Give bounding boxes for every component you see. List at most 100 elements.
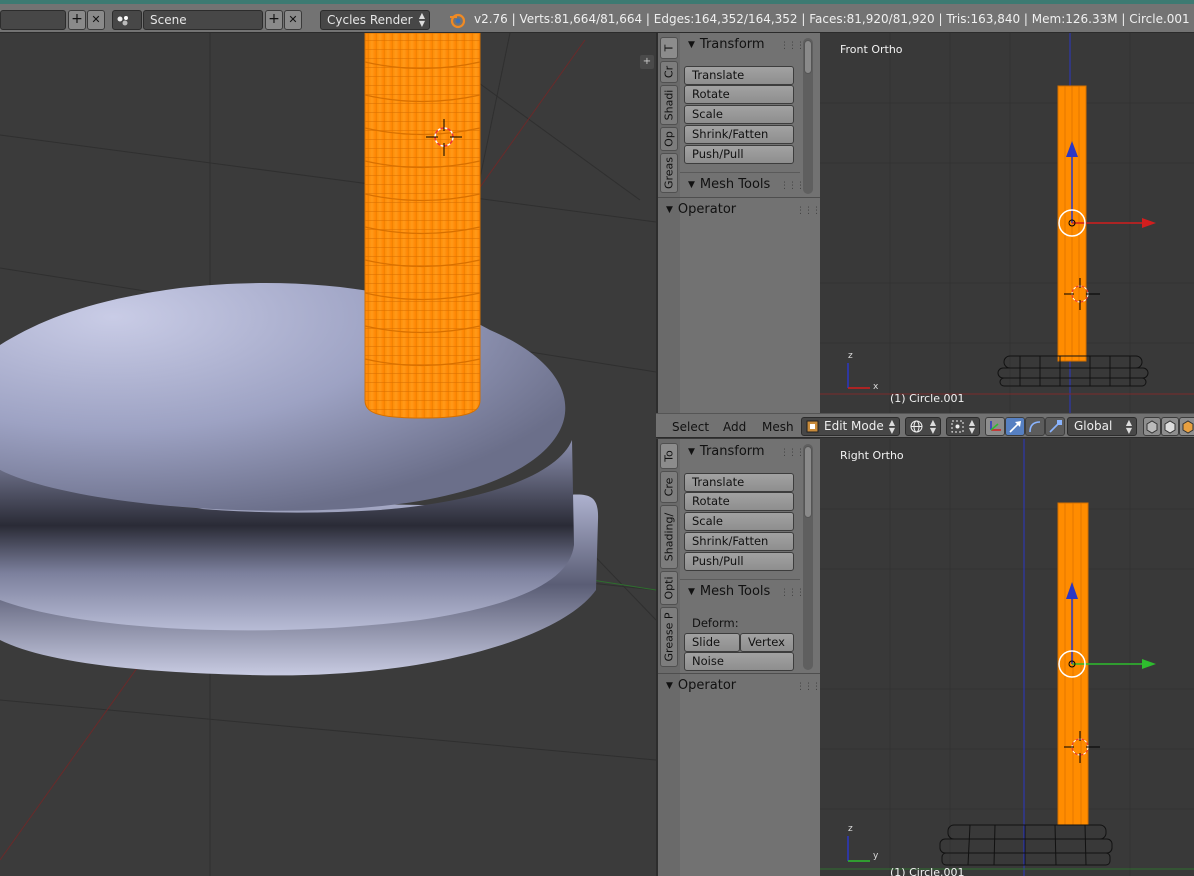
- rotate-manipulator-button[interactable]: [1025, 417, 1045, 436]
- axis-gizmo-icon: [847, 363, 870, 389]
- manipulator-toggle-button[interactable]: [985, 417, 1005, 436]
- render-engine-dropdown[interactable]: Cycles Render ▲ ▼: [320, 10, 430, 30]
- tool-shelf-tabs: To Cre Shading/ Opti Grease P: [658, 439, 680, 876]
- mode-dropdown[interactable]: Edit Mode ▲ ▼: [801, 417, 900, 436]
- translate-button[interactable]: Translate: [684, 66, 794, 85]
- translate-manipulator-button[interactable]: [1005, 417, 1025, 436]
- menu-add[interactable]: Add: [723, 420, 746, 434]
- close-icon: ✕: [91, 13, 101, 26]
- shrink-fatten-button[interactable]: Shrink/Fatten: [684, 125, 794, 144]
- edit-mode-icon: [806, 420, 819, 433]
- tab-grease-pencil[interactable]: Grease P: [660, 607, 678, 667]
- edge-select-button[interactable]: [1161, 417, 1179, 436]
- scale-button[interactable]: Scale: [684, 512, 794, 531]
- shelf-scrollbar-thumb[interactable]: [804, 40, 812, 74]
- rotate-button[interactable]: Rotate: [684, 492, 794, 511]
- properties-toggle-icon[interactable]: +: [640, 55, 654, 69]
- operator-panel-header[interactable]: Operator: [666, 202, 736, 217]
- rotate-arc-icon: [1026, 421, 1044, 438]
- tab-tools[interactable]: T: [660, 37, 678, 59]
- scale-arrow-icon: [1046, 420, 1064, 438]
- delete-screen-button[interactable]: ✕: [87, 10, 105, 30]
- vertex-slide-button[interactable]: Vertex: [740, 633, 794, 652]
- right-object-name: (1) Circle.001: [890, 866, 965, 876]
- pivot-icon: [951, 420, 964, 436]
- screen-layout-field[interactable]: [0, 10, 66, 30]
- cube-icon: [1144, 420, 1160, 438]
- shelf-scrollbar-thumb[interactable]: [804, 446, 812, 518]
- tab-shading[interactable]: Shading/: [660, 505, 678, 569]
- dropdown-arrows-icon: ▲ ▼: [1125, 418, 1132, 435]
- viewport-right-ortho[interactable]: z y Right Ortho (1) Circle.001: [820, 439, 1194, 876]
- operator-panel-header[interactable]: Operator: [666, 678, 736, 693]
- cube-icon: [1180, 420, 1194, 438]
- pivot-point-dropdown[interactable]: ▲ ▼: [946, 417, 980, 436]
- transform-panel-header[interactable]: Transform: [688, 444, 765, 459]
- rotate-button[interactable]: Rotate: [684, 85, 794, 104]
- tab-create[interactable]: Cr: [660, 61, 678, 83]
- tab-options[interactable]: Opti: [660, 571, 678, 605]
- region-divider: [658, 673, 820, 674]
- selected-column-mesh[interactable]: [364, 33, 481, 419]
- info-header: + ✕ Scene + ✕ Cycles Render ▲ ▼ v2.76 | V…: [0, 0, 1194, 33]
- tab-options[interactable]: Op: [660, 127, 678, 151]
- tab-shading[interactable]: Shadi: [660, 85, 678, 125]
- panel-divider: [680, 579, 800, 580]
- panel-drag-icon[interactable]: ⋮⋮⋮: [780, 448, 805, 458]
- front-ortho-canvas: [820, 33, 1194, 413]
- panel-drag-icon[interactable]: ⋮⋮⋮: [796, 682, 821, 692]
- axis-z-label: z: [848, 351, 853, 361]
- viewport-3d-perspective[interactable]: +: [0, 33, 656, 876]
- axis-x-label: x: [873, 382, 879, 392]
- panel-drag-icon[interactable]: ⋮⋮⋮: [780, 181, 805, 191]
- viewport-shading-dropdown[interactable]: ▲ ▼: [905, 417, 941, 436]
- panel-drag-icon[interactable]: ⋮⋮⋮: [796, 206, 821, 216]
- noise-button[interactable]: Noise: [684, 652, 794, 671]
- slide-edge-button[interactable]: Slide Edg: [684, 633, 740, 666]
- face-select-button[interactable]: [1179, 417, 1194, 436]
- transform-panel-header[interactable]: Transform: [688, 37, 765, 52]
- scale-button[interactable]: Scale: [684, 105, 794, 124]
- right-ortho-label: Right Ortho: [840, 449, 904, 462]
- menu-mesh[interactable]: Mesh: [762, 420, 794, 434]
- scene-type-dropdown[interactable]: [112, 10, 142, 30]
- region-divider: [658, 197, 820, 198]
- dropdown-arrows-icon: ▲ ▼: [968, 418, 975, 435]
- orientation-label: Global: [1074, 419, 1113, 433]
- 3d-view-header: Select Add Mesh Edit Mode ▲ ▼ ▲ ▼ ▲ ▼ Globa…: [656, 413, 1194, 438]
- vertex-select-button[interactable]: [1143, 417, 1161, 436]
- delete-scene-button[interactable]: ✕: [284, 10, 302, 30]
- add-icon: +: [268, 11, 280, 27]
- viewport-3d-canvas: [0, 33, 656, 876]
- dropdown-arrows-icon: ▲ ▼: [418, 11, 425, 28]
- mesh-tools-panel-header[interactable]: Mesh Tools: [688, 584, 770, 599]
- push-pull-button[interactable]: Push/Pull: [684, 552, 794, 571]
- front-ortho-label: Front Ortho: [840, 43, 903, 56]
- dropdown-arrows-icon: ▲ ▼: [929, 418, 936, 435]
- add-scene-button[interactable]: +: [265, 10, 283, 30]
- push-pull-button[interactable]: Push/Pull: [684, 145, 794, 164]
- translate-button[interactable]: Translate: [684, 473, 794, 492]
- viewport-front-ortho[interactable]: z x Front Ortho (1) Circle.001: [820, 33, 1194, 413]
- shrink-fatten-button[interactable]: Shrink/Fatten: [684, 532, 794, 551]
- tab-tools[interactable]: To: [660, 443, 678, 469]
- transform-orientation-dropdown[interactable]: Global ▲ ▼: [1067, 417, 1137, 436]
- dropdown-arrows-icon: ▲ ▼: [888, 418, 895, 435]
- render-engine-label: Cycles Render: [327, 13, 413, 27]
- panel-drag-icon[interactable]: ⋮⋮⋮: [780, 41, 805, 51]
- tab-grease-pencil[interactable]: Greas: [660, 153, 678, 193]
- add-screen-button[interactable]: +: [68, 10, 86, 30]
- blender-logo-icon: [448, 11, 466, 32]
- ortho-grid: [820, 439, 1194, 876]
- axis-z-label: z: [848, 824, 853, 834]
- panel-divider: [680, 172, 800, 173]
- base-wireframe: [939, 824, 1113, 866]
- panel-drag-icon[interactable]: ⋮⋮⋮: [780, 588, 805, 598]
- menu-select[interactable]: Select: [672, 420, 709, 434]
- scene-name-field[interactable]: Scene: [143, 10, 263, 30]
- mesh-tools-panel-header[interactable]: Mesh Tools: [688, 177, 770, 192]
- cube-icon: [1162, 420, 1178, 438]
- scale-manipulator-button[interactable]: [1045, 417, 1065, 436]
- tab-create[interactable]: Cre: [660, 471, 678, 503]
- scene-name-text: Scene: [150, 13, 187, 27]
